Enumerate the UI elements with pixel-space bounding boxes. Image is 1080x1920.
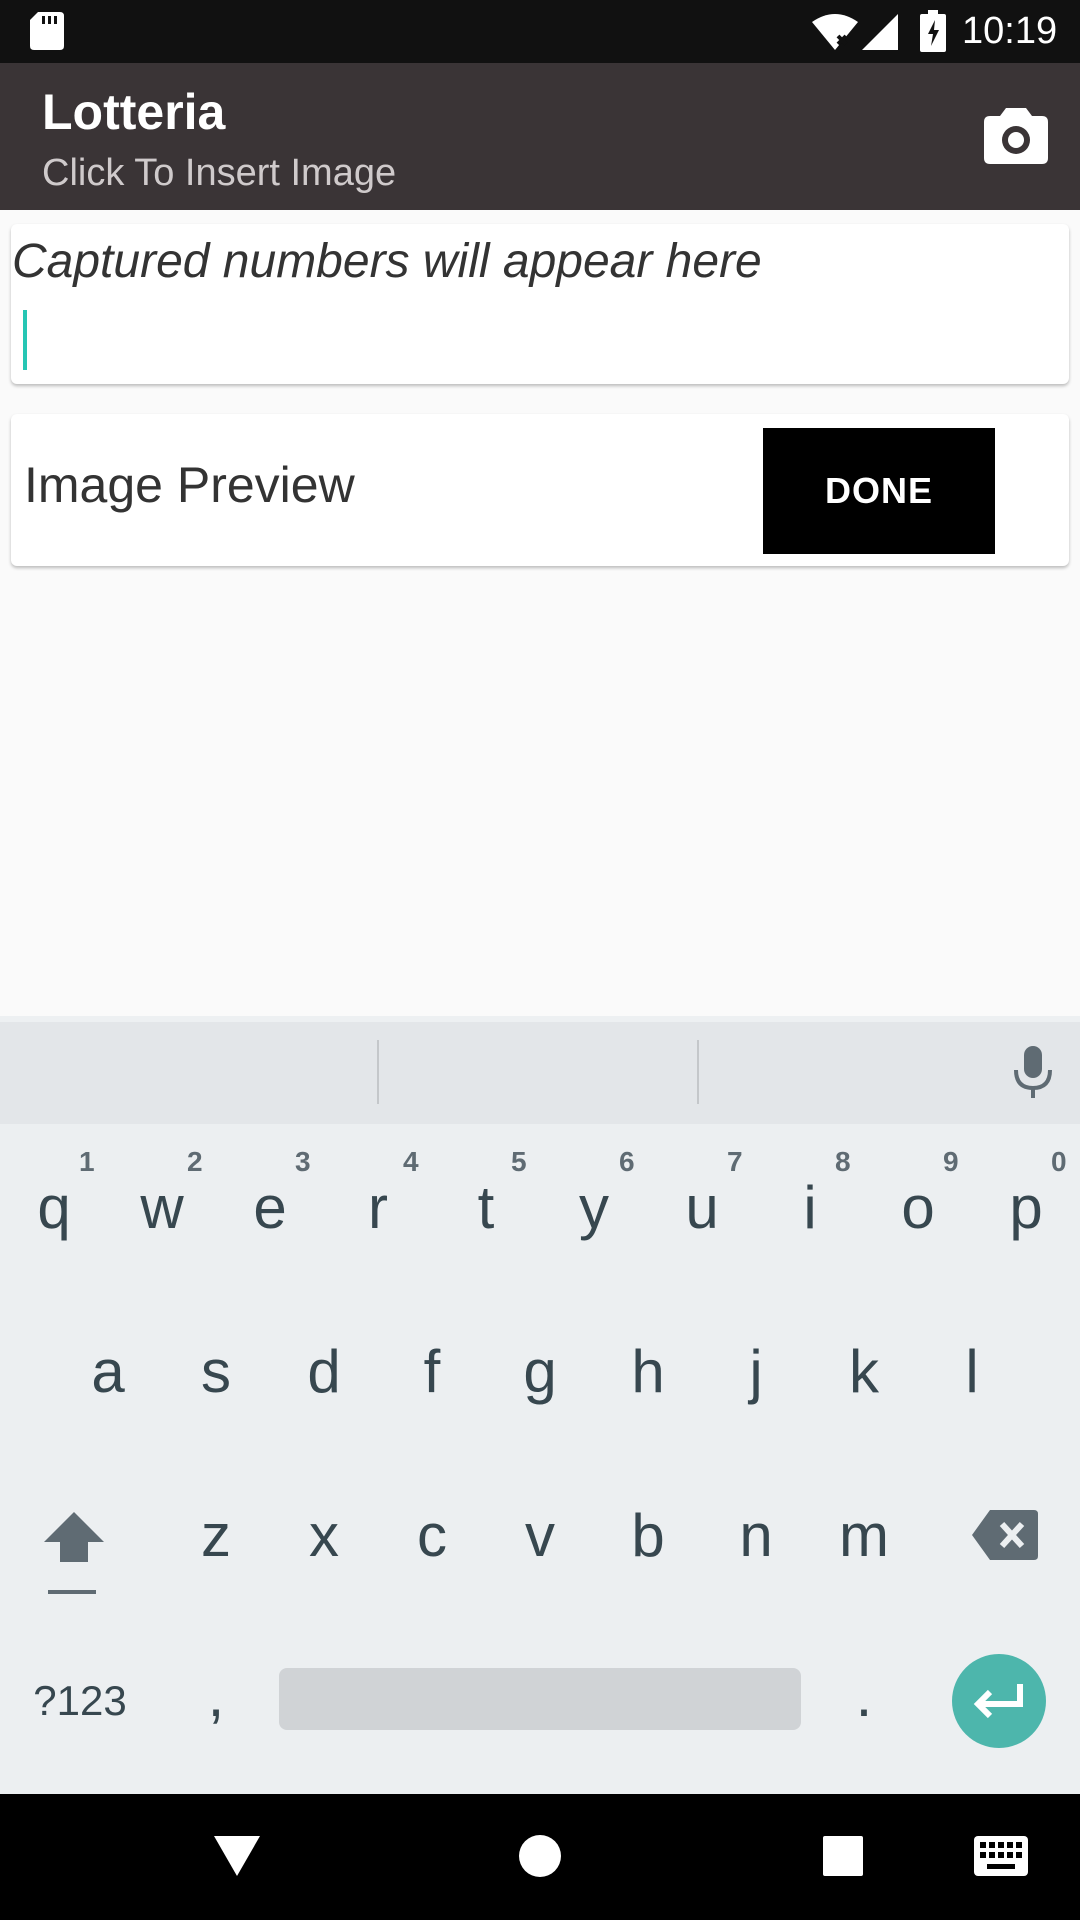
- key-f[interactable]: f: [384, 1316, 480, 1426]
- symbols-key[interactable]: ?123: [20, 1646, 140, 1756]
- battery-charging-icon: [920, 10, 946, 52]
- key-x[interactable]: x: [276, 1480, 372, 1590]
- key-m[interactable]: m: [816, 1480, 912, 1590]
- wifi-icon: [812, 14, 858, 50]
- key-hint: 5: [511, 1146, 527, 1177]
- keyboard-icon[interactable]: [974, 1836, 1028, 1876]
- key-b[interactable]: b: [600, 1480, 696, 1590]
- enter-button[interactable]: [952, 1654, 1046, 1748]
- key-hint: 0: [1051, 1146, 1067, 1177]
- suggestion-divider: [377, 1040, 379, 1104]
- sd-card-icon: [30, 12, 64, 50]
- signal-icon: [862, 14, 898, 50]
- status-time: 10:19: [962, 10, 1058, 52]
- key-l[interactable]: l: [924, 1316, 1020, 1426]
- camera-icon[interactable]: [980, 100, 1052, 172]
- space-bar[interactable]: [279, 1668, 801, 1730]
- key-hint: 6: [619, 1146, 635, 1177]
- key-g[interactable]: g: [492, 1316, 588, 1426]
- shift-indicator: [48, 1590, 96, 1594]
- key-hint: 8: [835, 1146, 851, 1177]
- key-a[interactable]: a: [60, 1316, 156, 1426]
- text-cursor: [23, 310, 27, 370]
- comma-key[interactable]: ,: [168, 1640, 264, 1750]
- key-v[interactable]: v: [492, 1480, 588, 1590]
- suggestion-strip: [0, 1016, 1080, 1124]
- app-subtitle[interactable]: Click To Insert Image: [42, 150, 396, 196]
- backspace-icon[interactable]: [972, 1510, 1038, 1560]
- key-c[interactable]: c: [384, 1480, 480, 1590]
- key-hint: 9: [943, 1146, 959, 1177]
- key-hint: 7: [727, 1146, 743, 1177]
- microphone-icon[interactable]: [1008, 1044, 1058, 1100]
- recents-icon[interactable]: [823, 1836, 863, 1876]
- home-icon[interactable]: [518, 1834, 562, 1878]
- key-hint: 3: [295, 1146, 311, 1177]
- back-icon[interactable]: [212, 1834, 262, 1878]
- key-j[interactable]: j: [708, 1316, 804, 1426]
- key-n[interactable]: n: [708, 1480, 804, 1590]
- period-key[interactable]: .: [816, 1640, 912, 1750]
- key-k[interactable]: k: [816, 1316, 912, 1426]
- key-d[interactable]: d: [276, 1316, 372, 1426]
- suggestion-divider: [697, 1040, 699, 1104]
- captured-numbers-input[interactable]: Captured numbers will appear here: [12, 232, 762, 292]
- status-bar: [0, 0, 1080, 63]
- app-title: Lotteria: [42, 84, 226, 140]
- key-h[interactable]: h: [600, 1316, 696, 1426]
- key-hint: 2: [187, 1146, 203, 1177]
- done-button[interactable]: DONE: [763, 428, 995, 554]
- key-hint: 4: [403, 1146, 419, 1177]
- enter-icon: [973, 1684, 1023, 1719]
- key-s[interactable]: s: [168, 1316, 264, 1426]
- key-z[interactable]: z: [168, 1480, 264, 1590]
- key-hint: 1: [79, 1146, 95, 1177]
- image-preview-label: Image Preview: [24, 457, 355, 513]
- shift-icon[interactable]: [42, 1508, 106, 1564]
